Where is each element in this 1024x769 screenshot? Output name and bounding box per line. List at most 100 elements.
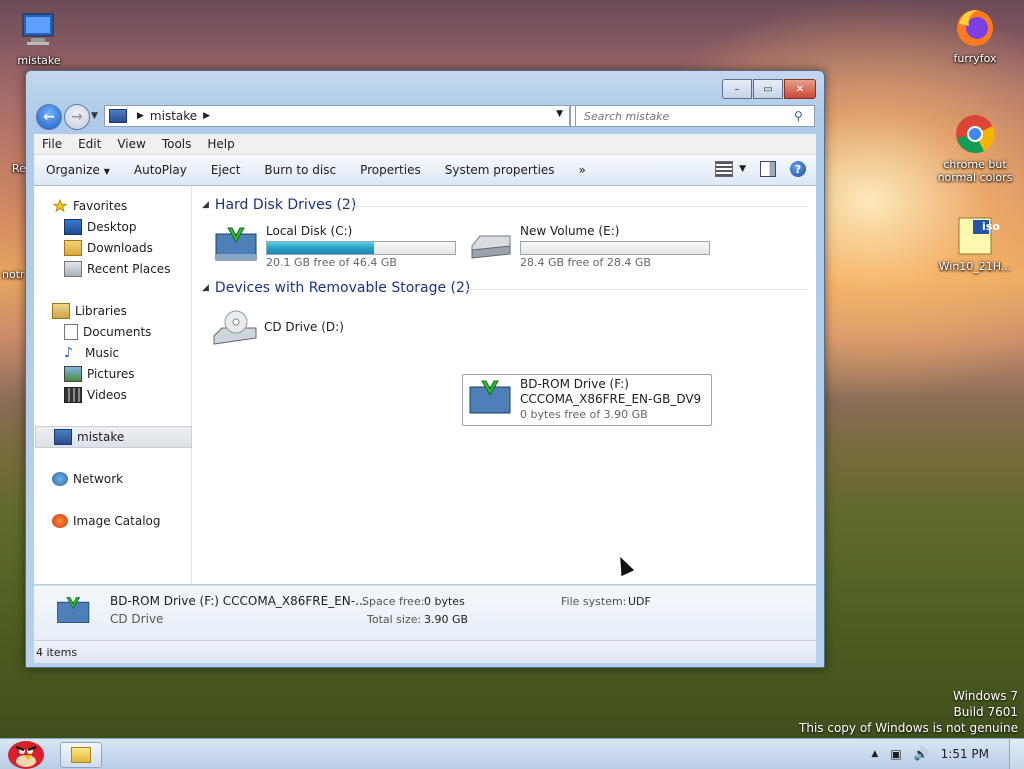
- hard-drive-icon: [471, 235, 511, 259]
- status-bar: 4 items: [34, 640, 816, 663]
- volume-icon[interactable]: 🔊: [914, 747, 929, 761]
- videos-film-icon: [64, 387, 82, 403]
- search-icon[interactable]: ⚲: [794, 109, 810, 123]
- breadcrumb-chevron-icon[interactable]: ▶: [137, 111, 144, 121]
- breadcrumb-location[interactable]: mistake: [150, 109, 197, 123]
- command-bar-right: ▼ ?: [715, 161, 806, 177]
- nav-label: Pictures: [87, 367, 135, 381]
- nav-downloads[interactable]: Downloads: [34, 238, 191, 258]
- close-button[interactable]: ✕: [784, 79, 816, 99]
- menu-help[interactable]: Help: [199, 137, 242, 151]
- burn-to-disc-button[interactable]: Burn to disc: [252, 163, 348, 177]
- chrome-icon: [956, 115, 995, 153]
- menu-file[interactable]: File: [34, 137, 70, 151]
- recent-places-icon: [64, 261, 82, 277]
- nav-label: Music: [85, 346, 120, 360]
- details-type: CD Drive: [110, 612, 164, 626]
- menu-view[interactable]: View: [109, 137, 153, 151]
- desktop-icon-label: furryfox: [953, 52, 997, 65]
- menu-tools[interactable]: Tools: [154, 137, 200, 151]
- nav-label: Favorites: [73, 199, 128, 213]
- desktop-icon-label: notr: [2, 268, 25, 281]
- file-system-value: UDF: [628, 595, 651, 608]
- chevron-down-icon: ▼: [103, 167, 110, 176]
- nav-label: Documents: [83, 325, 152, 339]
- forward-arrow-icon: →: [71, 109, 83, 125]
- properties-button[interactable]: Properties: [348, 163, 433, 177]
- address-bar[interactable]: ▶ mistake ▶ ▼: [104, 105, 570, 127]
- back-arrow-icon: ←: [43, 109, 55, 125]
- desktop-icon-computer[interactable]: mistake: [0, 8, 84, 67]
- preview-pane-icon[interactable]: [760, 161, 776, 177]
- nav-music[interactable]: ♪ Music: [34, 343, 191, 363]
- drive-name: Local Disk (C:): [266, 224, 353, 238]
- change-view-icon[interactable]: [715, 161, 734, 177]
- desktop-icon-label: Re: [12, 162, 26, 175]
- search-box[interactable]: ⚲: [575, 105, 815, 127]
- drive-d[interactable]: CD Drive (D:): [212, 306, 412, 358]
- group-header-hdd[interactable]: ◢ Hard Disk Drives (2): [202, 197, 356, 213]
- group-divider: [460, 289, 808, 290]
- forward-button[interactable]: →: [64, 104, 90, 130]
- nav-videos[interactable]: Videos: [34, 385, 191, 405]
- maximize-button[interactable]: ▭: [753, 79, 783, 99]
- group-header-removable[interactable]: ◢ Devices with Removable Storage (2): [202, 280, 470, 296]
- view-dropdown-icon[interactable]: ▼: [739, 164, 746, 174]
- details-pane: BD-ROM Drive (F:) CCCOMA_X86FRE_EN-... C…: [34, 585, 816, 640]
- windows-disc-drive-icon: [469, 380, 511, 414]
- nav-computer[interactable]: mistake: [35, 426, 192, 448]
- collapse-triangle-icon[interactable]: ◢: [202, 200, 209, 210]
- minimize-button[interactable]: –: [722, 79, 752, 99]
- show-desktop-button[interactable]: [1009, 739, 1024, 769]
- recent-pages-dropdown-icon[interactable]: ▼: [91, 111, 98, 121]
- desktop-icon-chrome[interactable]: chrome but normal colors: [930, 112, 1020, 184]
- nav-documents[interactable]: Documents: [34, 322, 191, 342]
- taskbar: ▲ ▣ 🔊 1:51 PM: [0, 738, 1024, 769]
- search-input[interactable]: [582, 108, 794, 124]
- drive-f-content[interactable]: BD-ROM Drive (F:) CCCOMA_X86FRE_EN-GB_DV…: [468, 375, 708, 427]
- network-tray-icon[interactable]: ▣: [890, 747, 901, 761]
- nav-label: mistake: [77, 430, 125, 444]
- nav-image-catalog[interactable]: Image Catalog: [34, 511, 191, 531]
- total-size-label: Total size:: [367, 613, 422, 626]
- image-catalog-icon: [52, 514, 68, 528]
- watermark-line: Build 7601: [953, 705, 1018, 719]
- eject-button[interactable]: Eject: [199, 163, 253, 177]
- computer-icon: [109, 109, 127, 123]
- file-system-label: File system:: [561, 595, 627, 608]
- nav-libraries[interactable]: Libraries: [34, 301, 191, 321]
- organize-button[interactable]: Organize ▼: [34, 163, 122, 177]
- collapse-triangle-icon[interactable]: ◢: [202, 283, 209, 293]
- nav-network[interactable]: Network: [34, 469, 191, 489]
- drive-e[interactable]: New Volume (E:) 28.4 GB free of 28.4 GB: [468, 222, 718, 274]
- taskbar-explorer-button[interactable]: [60, 742, 102, 768]
- nav-recent-places[interactable]: Recent Places: [34, 259, 191, 279]
- help-icon[interactable]: ?: [790, 161, 806, 177]
- watermark-line: This copy of Windows is not genuine: [799, 721, 1018, 735]
- breadcrumb-chevron-icon[interactable]: ▶: [203, 111, 210, 121]
- address-dropdown-icon[interactable]: ▼: [556, 109, 563, 119]
- libraries-icon: [52, 303, 70, 319]
- show-hidden-icons-icon[interactable]: ▲: [871, 749, 878, 759]
- space-free-label: Space free:: [362, 595, 425, 608]
- drive-usage-bar: [520, 241, 710, 255]
- menu-edit[interactable]: Edit: [70, 137, 109, 151]
- group-title: Hard Disk Drives (2): [214, 197, 357, 213]
- nav-desktop[interactable]: Desktop: [34, 217, 191, 237]
- nav-pictures[interactable]: Pictures: [34, 364, 191, 384]
- drive-c[interactable]: Local Disk (C:) 20.1 GB free of 46.4 GB: [214, 222, 464, 274]
- nav-favorites[interactable]: Favorites: [34, 196, 191, 216]
- drive-free-space: 28.4 GB free of 28.4 GB: [520, 256, 651, 269]
- nav-label: Downloads: [87, 241, 153, 255]
- system-properties-button[interactable]: System properties: [433, 163, 567, 177]
- clock[interactable]: 1:51 PM: [941, 747, 989, 761]
- autoplay-button[interactable]: AutoPlay: [122, 163, 199, 177]
- desktop-icon-furryfox[interactable]: furryfox: [930, 6, 1020, 65]
- explorer-folder-icon: [71, 747, 91, 763]
- drive-free-space: 0 bytes free of 3.90 GB: [520, 408, 648, 421]
- desktop-icon-iso[interactable]: iso Win10_21H...: [930, 214, 1020, 273]
- start-button-angry-bird-icon[interactable]: [2, 733, 48, 769]
- windows-drive-icon: [215, 227, 257, 261]
- more-commands-button[interactable]: »: [567, 163, 598, 177]
- back-button[interactable]: ←: [36, 104, 62, 130]
